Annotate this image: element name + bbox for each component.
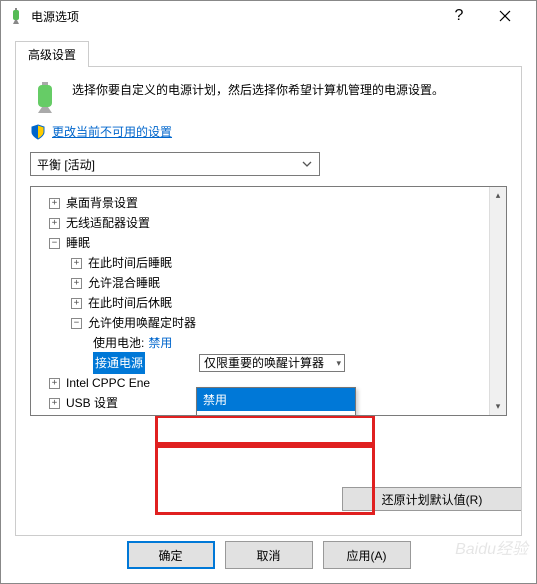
battery-icon — [30, 81, 62, 113]
plus-icon[interactable]: + — [49, 218, 60, 229]
minus-icon[interactable]: − — [71, 318, 82, 329]
tree-scrollbar[interactable]: ▴ ▾ — [489, 187, 506, 415]
scroll-up-icon[interactable]: ▴ — [490, 187, 506, 204]
plan-combobox-value: 平衡 [活动] — [37, 156, 95, 173]
tree-item-hybrid-sleep[interactable]: +允许混合睡眠 — [35, 273, 502, 293]
tree-item-wireless[interactable]: +无线适配器设置 — [35, 213, 502, 233]
settings-tree[interactable]: +桌面背景设置 +无线适配器设置 −睡眠 +在此时间后睡眠 +允许混合睡眠 +在… — [30, 186, 507, 416]
plus-icon[interactable]: + — [71, 298, 82, 309]
tab-panel: 选择你要自定义的电源计划，然后选择你希望计算机管理的电源设置。 更改当前不可用的… — [15, 66, 522, 536]
plugged-in-combobox-value: 仅限重要的唤醒计算器 — [204, 353, 324, 373]
tree-item-wake-timers[interactable]: −允许使用唤醒定时器 — [35, 313, 502, 333]
change-unavailable-link[interactable]: 更改当前不可用的设置 — [52, 123, 172, 140]
value-dropdown[interactable]: 禁用 启用 仅限重要的唤醒计算器 — [196, 387, 356, 416]
tab-advanced[interactable]: 高级设置 — [15, 41, 89, 67]
tree-item-hibernate-after[interactable]: +在此时间后休眠 — [35, 293, 502, 313]
plus-icon[interactable]: + — [49, 398, 60, 409]
dialog-window: 电源选项 ? 高级设置 选择你要自定义的电源计划，然后选择你希望计算机管理的电源… — [0, 0, 537, 584]
tree-item-plugged-in[interactable]: 接通电源 仅限重要的唤醒计算器 ▾ — [35, 353, 502, 373]
content-area: 高级设置 选择你要自定义的电源计划，然后选择你希望计算机管理的电源设置。 更改当… — [1, 31, 536, 546]
shield-icon — [30, 124, 46, 140]
intro-row: 选择你要自定义的电源计划，然后选择你希望计算机管理的电源设置。 — [30, 81, 507, 113]
ok-button[interactable]: 确定 — [127, 541, 215, 569]
plus-icon[interactable]: + — [71, 278, 82, 289]
tabs: 高级设置 选择你要自定义的电源计划，然后选择你希望计算机管理的电源设置。 更改当… — [15, 41, 522, 536]
plus-icon[interactable]: + — [49, 198, 60, 209]
intro-text: 选择你要自定义的电源计划，然后选择你希望计算机管理的电源设置。 — [72, 81, 444, 113]
tree-item-plugged-in-label: 接通电源 — [93, 352, 145, 374]
shield-row: 更改当前不可用的设置 — [30, 123, 507, 140]
titlebar: 电源选项 ? — [1, 1, 536, 31]
tree-item-sleep[interactable]: −睡眠 — [35, 233, 502, 253]
power-icon — [9, 8, 25, 24]
dropdown-option-disable[interactable]: 禁用 — [197, 388, 355, 411]
apply-button[interactable]: 应用(A) — [323, 541, 411, 569]
caret-down-icon: ▾ — [336, 353, 341, 373]
cancel-button[interactable]: 取消 — [225, 541, 313, 569]
tree-item-desktop-background[interactable]: +桌面背景设置 — [35, 193, 502, 213]
chevron-down-icon — [297, 153, 317, 175]
tree-item-on-battery[interactable]: 使用电池:禁用 — [35, 333, 502, 353]
plan-combobox[interactable]: 平衡 [活动] — [30, 152, 320, 176]
plus-icon[interactable]: + — [49, 378, 60, 389]
plugged-in-combobox[interactable]: 仅限重要的唤醒计算器 ▾ — [199, 354, 345, 372]
dropdown-option-enable[interactable]: 启用 — [197, 411, 355, 416]
dialog-buttons: 确定 取消 应用(A) — [1, 541, 536, 569]
scroll-down-icon[interactable]: ▾ — [490, 398, 506, 415]
plus-icon[interactable]: + — [71, 258, 82, 269]
minus-icon[interactable]: − — [49, 238, 60, 249]
tree-item-sleep-after[interactable]: +在此时间后睡眠 — [35, 253, 502, 273]
window-title: 电源选项 — [31, 8, 436, 25]
close-button[interactable] — [482, 1, 528, 31]
help-button[interactable]: ? — [436, 1, 482, 31]
